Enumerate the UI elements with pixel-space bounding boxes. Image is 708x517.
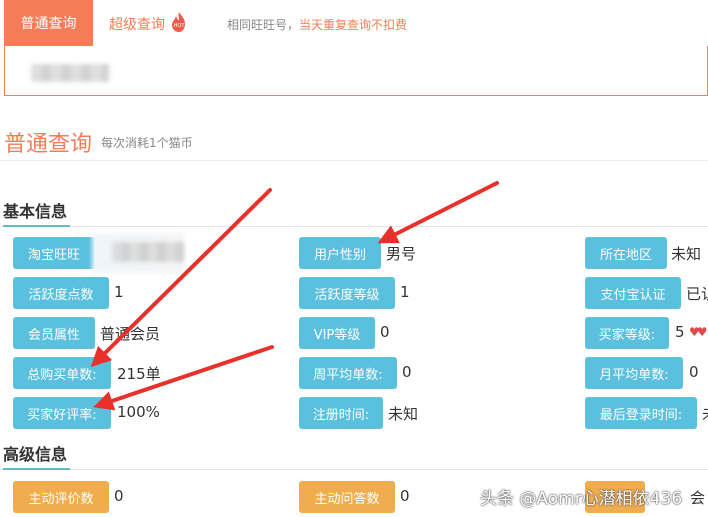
- label-last-login-time: 最后登录时间:: [585, 397, 697, 429]
- label-user-gender: 用户性别: [299, 237, 381, 269]
- section-underline-advanced: [3, 468, 70, 470]
- label-buyer-level: 买家等级:: [585, 317, 669, 349]
- value-weekly-avg-orders: 0: [402, 363, 412, 381]
- hint-highlight: 当天重复查询不扣费: [299, 18, 408, 32]
- label-total-orders: 总购买单数:: [13, 357, 111, 389]
- section-divider-basic: [0, 226, 708, 227]
- hot-flame-icon: HOT: [169, 11, 189, 33]
- value-monthly-avg-orders: 0: [689, 363, 699, 381]
- duplicate-query-hint: 相同旺旺号，当天重复查询不扣费: [227, 16, 407, 33]
- arrow-to-user-gender: [377, 181, 499, 244]
- value-active-review-count: 0: [114, 487, 124, 505]
- query-tabs: 普通查询 超级查询 HOT 相同旺旺号，当天重复查询不扣费: [0, 0, 708, 46]
- page-title: 普通查询: [4, 132, 93, 157]
- label-weekly-avg-orders: 周平均单数:: [299, 357, 397, 389]
- cost-note: 每次消耗1个猫币: [101, 136, 193, 150]
- value-region: 未知: [671, 245, 702, 263]
- section-underline-basic: [3, 225, 70, 227]
- label-register-time: 注册时间:: [299, 397, 383, 429]
- value-vip-level: 0: [380, 323, 390, 341]
- value-total-orders: 215单: [117, 365, 161, 383]
- hint-prefix: 相同旺旺号，: [227, 18, 300, 32]
- hot-badge-text: HOT: [174, 23, 186, 29]
- divider: [0, 160, 708, 161]
- section-divider-advanced: [0, 469, 708, 470]
- value-user-gender: 男号: [386, 245, 417, 263]
- section-title-advanced: 高级信息: [3, 445, 68, 464]
- tab-normal-query[interactable]: 普通查询: [4, 0, 93, 46]
- value-buyer-good-rate: 100%: [117, 403, 160, 421]
- label-region: 所在地区: [585, 237, 667, 269]
- buyer-level-heart-icon: ♥♥: [689, 325, 707, 339]
- label-alipay-verified: 支付宝认证: [585, 277, 681, 309]
- section-title-basic: 基本信息: [3, 202, 68, 221]
- label-vip-level: VIP等级: [299, 317, 375, 349]
- value-last-login-time: 未: [702, 403, 708, 424]
- source-watermark: 头条 @Aomr心潜相依436: [480, 489, 683, 509]
- value-buyer-level: 5: [675, 323, 685, 341]
- label-taobao-wangwang: 淘宝旺旺: [13, 237, 95, 269]
- blurred-wangwang-value: [112, 242, 184, 262]
- tab-super-query-label: 超级查询: [109, 17, 165, 33]
- value-active-qa-count: 0: [400, 487, 410, 505]
- label-active-review-count: 主动评价数: [13, 481, 109, 513]
- blurred-input-value: [31, 64, 109, 82]
- label-member-type: 会员属性: [13, 317, 95, 349]
- label-buyer-good-rate: 买家好评率:: [13, 397, 111, 429]
- value-activity-points: 1: [114, 283, 124, 301]
- value-advanced-col3: 会: [690, 489, 706, 507]
- label-monthly-avg-orders: 月平均单数:: [585, 357, 683, 389]
- value-register-time: 未知: [388, 405, 419, 423]
- tab-super-query[interactable]: 超级查询 HOT: [109, 11, 189, 34]
- label-activity-level: 活跃度等级: [299, 277, 395, 309]
- label-activity-points: 活跃度点数: [13, 277, 109, 309]
- value-member-type: 普通会员: [100, 325, 161, 343]
- value-alipay-verified: 已认: [686, 285, 708, 303]
- wangwang-search-input[interactable]: [4, 46, 708, 96]
- label-active-qa-count: 主动问答数: [299, 481, 395, 513]
- value-activity-level: 1: [400, 283, 410, 301]
